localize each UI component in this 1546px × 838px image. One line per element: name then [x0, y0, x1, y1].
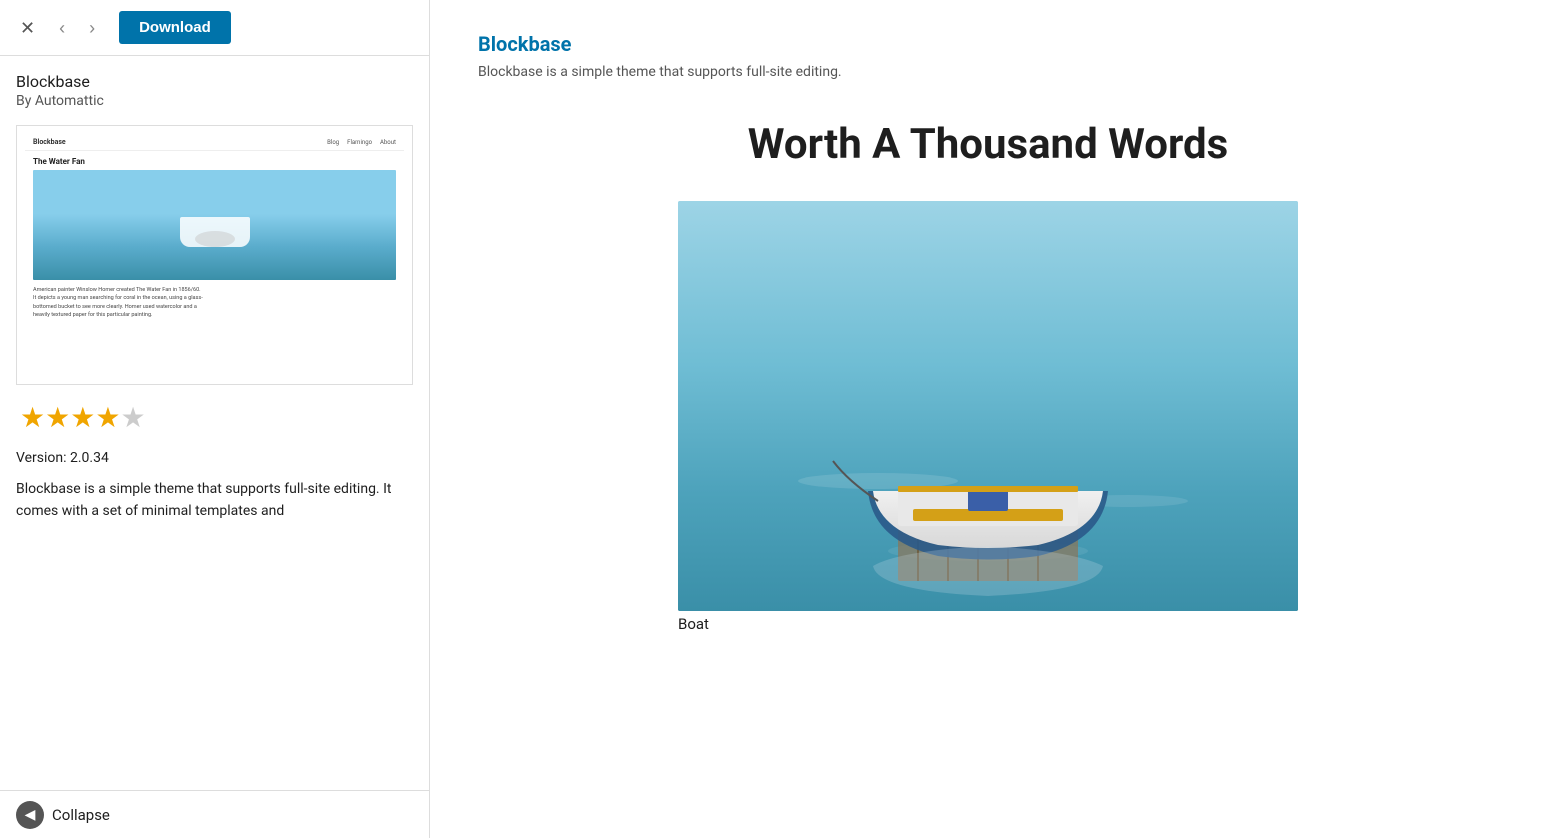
version-label: Version: 2.0.34 [16, 450, 413, 466]
download-button[interactable]: Download [119, 11, 231, 44]
collapse-footer[interactable]: ◀ Collapse [0, 790, 429, 838]
star-4: ★ [95, 401, 120, 434]
star-5: ★ [120, 401, 145, 434]
left-panel: ✕ ‹ › Download Blockbase By Automattic B… [0, 0, 430, 838]
close-button[interactable]: ✕ [12, 15, 43, 41]
star-1: ★ [20, 401, 45, 434]
hero-title: Worth A Thousand Words [478, 120, 1498, 169]
rating-stars: ★ ★ ★ ★ ★ [16, 401, 413, 434]
image-caption: Boat [678, 615, 1298, 633]
theme-title[interactable]: Blockbase [478, 32, 1498, 56]
boat-image [678, 201, 1298, 611]
star-3: ★ [70, 401, 95, 434]
boat-image-container: Boat [678, 201, 1298, 633]
panel-content: Blockbase By Automattic Blockbase Blog F… [0, 56, 429, 790]
forward-button[interactable]: › [81, 15, 103, 41]
right-panel: Blockbase Blockbase is a simple theme th… [430, 0, 1546, 838]
toolbar: ✕ ‹ › Download [0, 0, 429, 56]
theme-description: Blockbase is a simple theme that support… [478, 64, 1498, 80]
star-2: ★ [45, 401, 70, 434]
collapse-label: Collapse [52, 806, 110, 824]
sidebar-description: Blockbase is a simple theme that support… [16, 478, 413, 523]
back-button[interactable]: ‹ [51, 15, 73, 41]
collapse-icon: ◀ [16, 801, 44, 829]
theme-name: Blockbase [16, 72, 413, 91]
theme-preview-image[interactable]: Blockbase Blog Flamingo About The Water … [16, 125, 413, 385]
theme-author: By Automattic [16, 93, 413, 109]
